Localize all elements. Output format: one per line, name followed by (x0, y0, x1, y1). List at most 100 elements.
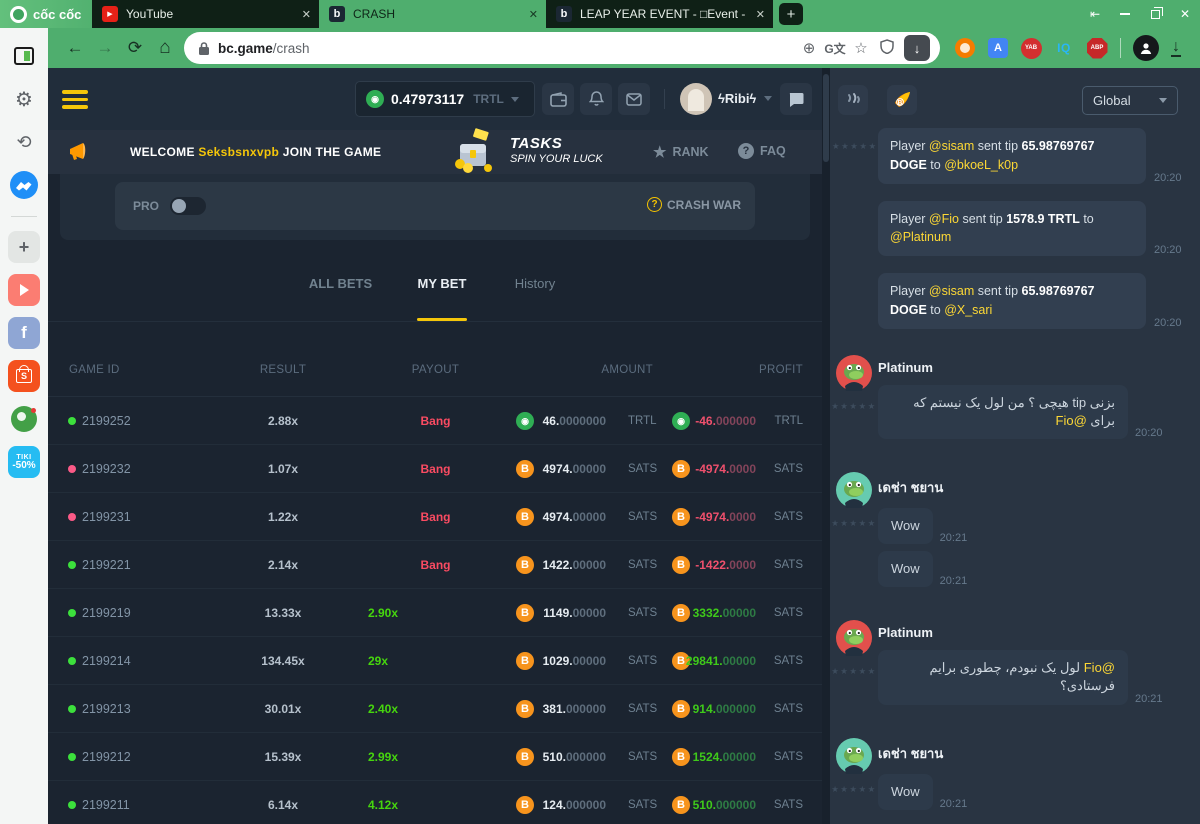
yab-ext-icon[interactable]: YAB (1020, 37, 1042, 59)
chat-mention[interactable]: @Fio (1084, 660, 1115, 675)
table-row[interactable]: 219921330.01x2.40xB381.000000SATSB914.00… (48, 685, 822, 733)
sidebar-item-add-site[interactable]: + (8, 231, 40, 263)
back-icon[interactable]: ← (60, 38, 90, 58)
tab-close-icon[interactable]: ✕ (529, 8, 538, 21)
profit-currency: SATS (774, 799, 803, 811)
wallet-button[interactable] (542, 83, 574, 115)
url-text: bc.game/crash (218, 41, 796, 56)
chat-mention[interactable]: @Fio (929, 212, 959, 226)
address-bar[interactable]: bc.game/crash ⊕ G文 ☆ ↓ (184, 32, 940, 64)
avatar[interactable] (836, 355, 872, 396)
sidebar-item-messenger[interactable] (8, 169, 40, 201)
bets-tab-all-bets[interactable]: ALL BETS (293, 276, 388, 291)
bets-tab-my-bet[interactable]: MY BET (408, 276, 476, 291)
table-row[interactable]: 2199214134.45x29xB1029.00000SATSB29841.0… (48, 637, 822, 685)
download-active-button[interactable]: ↓ (904, 35, 930, 61)
chat-username[interactable]: Platinum (878, 625, 1200, 640)
user-chevron-down-icon[interactable] (764, 96, 772, 101)
translate-ext-icon[interactable]: A (987, 37, 1009, 59)
chat-mention[interactable]: @sisam (929, 284, 974, 298)
user-avatar[interactable] (680, 83, 712, 115)
scrollbar-thumb[interactable] (823, 74, 829, 162)
browser-tab[interactable]: bLEAP YEAR EVENT - □Event - ✕ (546, 0, 773, 28)
tab-close-icon[interactable]: ✕ (302, 8, 311, 21)
profit-cell: -1422.0000 (695, 558, 756, 572)
vip-stars: ★★★★★ (831, 666, 877, 677)
avatar[interactable] (836, 738, 872, 779)
amount-cell: 1422.00000 (543, 558, 606, 572)
notifications-button[interactable] (580, 83, 612, 115)
bubble-line: بزنی tip هیچی ؟ من لول یک نیستم که برای … (878, 385, 1200, 439)
sidebar-item-tiki[interactable]: TIKI-50% (8, 446, 40, 478)
iq-ext-icon[interactable]: IQ (1053, 37, 1075, 59)
chat-username[interactable]: เดช่า ชยาน (878, 743, 1200, 764)
table-row[interactable]: 21992311.22xBangB4974.00000SATSB-4974.00… (48, 493, 822, 541)
rain-tip-button[interactable] (838, 85, 868, 115)
chat-mention[interactable]: @X_sari (944, 303, 992, 317)
restore-button[interactable] (1140, 0, 1170, 28)
avatar[interactable] (836, 472, 872, 513)
chat-mention[interactable]: @Fio (1056, 413, 1087, 428)
close-button[interactable]: ✕ (1170, 0, 1200, 28)
table-row[interactable]: 21992321.07xBangB4974.00000SATSB-4974.00… (48, 445, 822, 493)
chat-username[interactable]: Platinum (878, 360, 1200, 375)
table-row[interactable]: 21992116.14x4.12xB124.000000SATSB510.000… (48, 781, 822, 824)
bets-tab-history[interactable]: History (503, 276, 567, 291)
translate-page-icon[interactable]: G文 (822, 40, 848, 57)
abp-ext-icon[interactable]: ABP (1086, 37, 1108, 59)
sidebar-item-facebook[interactable]: f (8, 317, 40, 349)
reload-icon[interactable]: ⟳ (120, 38, 150, 58)
messages-button[interactable] (618, 83, 650, 115)
new-tab-button[interactable]: + (779, 3, 803, 25)
bookmark-star-icon[interactable]: ☆ (848, 39, 874, 57)
table-row[interactable]: 219921215.39x2.99xB510.000000SATSB1524.0… (48, 733, 822, 781)
fireball-button[interactable]: B (887, 85, 917, 115)
forward-icon[interactable]: → (90, 38, 120, 58)
sidebar-item-shopee[interactable]: S (8, 360, 40, 392)
sidebar-item-youtube[interactable] (8, 274, 40, 306)
chat-toggle-button[interactable] (780, 83, 812, 115)
chat-mention[interactable]: @bkoeL_k0p (944, 158, 1018, 172)
sidebar-item-coccoc-home[interactable] (8, 403, 40, 435)
table-row[interactable]: 21992212.14xBangB1422.00000SATSB-1422.00… (48, 541, 822, 589)
chat-mention[interactable]: @Platinum (890, 230, 951, 244)
crash-war-link[interactable]: ? CRASH WAR (647, 197, 741, 212)
tasks-label[interactable]: TASKS SPIN YOUR LUCK (510, 135, 603, 165)
minimize-button[interactable] (1110, 0, 1140, 28)
sats-coin-icon: B (516, 748, 534, 766)
sidebar-item-panel-toggle[interactable] (8, 40, 40, 72)
table-row[interactable]: 219921913.33x2.90xB1149.00000SATSB3332.0… (48, 589, 822, 637)
crash-war-help-icon: ? (647, 197, 662, 212)
zoom-page-icon[interactable]: ⊕ (796, 39, 822, 57)
downloads-icon[interactable]: ↓ (1171, 40, 1181, 57)
browser-logo[interactable]: cốc cốc (0, 0, 92, 28)
sidebar-item-settings[interactable]: ⚙ (8, 83, 40, 115)
tab-close-icon[interactable]: ✕ (756, 8, 765, 21)
coccoc-ext-icon[interactable] (954, 37, 976, 59)
chat-mention[interactable]: @sisam (929, 139, 974, 153)
chat-channel-select[interactable]: Global (1082, 86, 1178, 115)
game-id-cell: 2199212 (82, 750, 131, 764)
game-id-cell: 2199252 (82, 414, 131, 428)
pro-toggle[interactable] (170, 197, 206, 215)
status-dot (68, 705, 76, 713)
username[interactable]: ϟRibiϟ (718, 91, 756, 106)
rank-link[interactable]: ★ RANK (653, 143, 709, 161)
page-scrollbar[interactable] (822, 68, 830, 824)
home-icon[interactable]: ⌂ (150, 37, 180, 59)
vip-stars: ★★★★★ (831, 401, 877, 412)
browser-tab[interactable]: ▶YouTube✕ (92, 0, 319, 28)
menu-hamburger-icon[interactable] (62, 90, 88, 113)
table-row[interactable]: 21992522.88xBang◉46.0000000TRTL◉-46.0000… (48, 397, 822, 445)
faq-link[interactable]: ? FAQ (738, 143, 786, 159)
pin-sidebar-icon[interactable]: ⇤ (1080, 0, 1110, 28)
sidebar-item-history[interactable]: ⟲ (8, 126, 40, 158)
shield-icon[interactable] (874, 39, 900, 58)
chat-username[interactable]: เดช่า ชยาน (878, 477, 1200, 498)
gear-icon: ⚙ (15, 87, 33, 112)
avatar[interactable] (836, 620, 872, 661)
balance-selector[interactable]: ◉ 0.47973117 TRTL (355, 81, 535, 117)
profile-avatar[interactable] (1133, 35, 1159, 61)
browser-tab[interactable]: bCRASH✕ (319, 0, 546, 28)
announcement-banner: WELCOME Seksbsnxvpb JOIN THE GAME TASKS … (48, 130, 822, 174)
